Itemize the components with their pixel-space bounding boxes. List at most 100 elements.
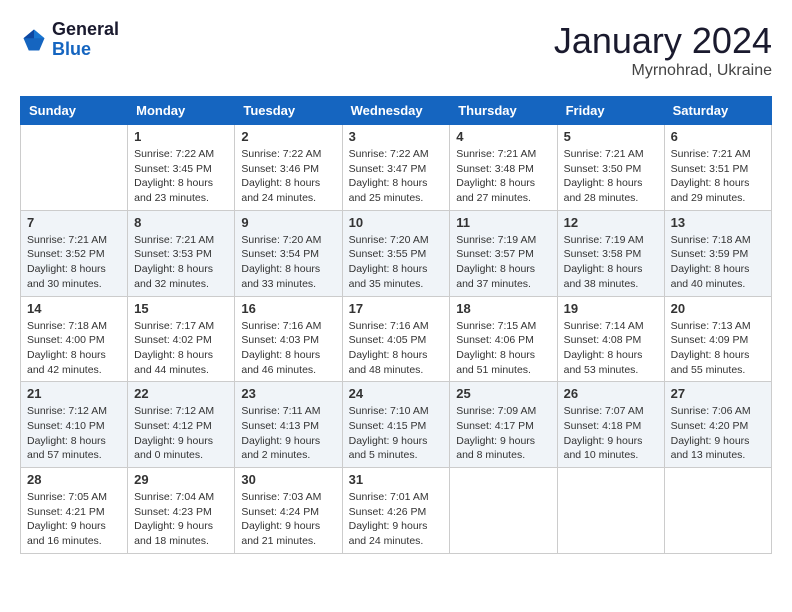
logo-text-blue: Blue <box>52 40 119 60</box>
calendar-cell: 29 Sunrise: 7:04 AM Sunset: 4:23 PM Dayli… <box>128 468 235 554</box>
day-number: 8 <box>134 215 228 230</box>
logo: General Blue <box>20 20 119 60</box>
calendar-cell: 9 Sunrise: 7:20 AM Sunset: 3:54 PM Daylig… <box>235 210 342 296</box>
cell-content: Sunrise: 7:21 AM Sunset: 3:51 PM Dayligh… <box>671 147 765 206</box>
calendar-cell: 12Sunrise: 7:19 AM Sunset: 3:58 PM Dayli… <box>557 210 664 296</box>
day-number: 10 <box>349 215 444 230</box>
day-number: 24 <box>349 386 444 401</box>
day-number: 21 <box>27 386 121 401</box>
cell-content: Sunrise: 7:18 AM Sunset: 4:00 PM Dayligh… <box>27 319 121 378</box>
calendar-cell: 22Sunrise: 7:12 AM Sunset: 4:12 PM Dayli… <box>128 382 235 468</box>
cell-content: Sunrise: 7:22 AM Sunset: 3:45 PM Dayligh… <box>134 147 228 206</box>
day-number: 2 <box>241 129 335 144</box>
cell-content: Sunrise: 7:03 AM Sunset: 4:24 PM Dayligh… <box>241 490 335 549</box>
calendar-cell <box>557 468 664 554</box>
calendar-cell: 11Sunrise: 7:19 AM Sunset: 3:57 PM Dayli… <box>450 210 557 296</box>
day-number: 23 <box>241 386 335 401</box>
cell-content: Sunrise: 7:09 AM Sunset: 4:17 PM Dayligh… <box>456 404 550 463</box>
cell-content: Sunrise: 7:21 AM Sunset: 3:50 PM Dayligh… <box>564 147 658 206</box>
day-number: 11 <box>456 215 550 230</box>
weekday-header: Friday <box>557 97 664 125</box>
cell-content: Sunrise: 7:22 AM Sunset: 3:47 PM Dayligh… <box>349 147 444 206</box>
calendar-cell <box>450 468 557 554</box>
day-number: 30 <box>241 472 335 487</box>
calendar-week-row: 21 Sunrise: 7:12 AM Sunset: 4:10 PM Dayli… <box>21 382 772 468</box>
day-number: 16 <box>241 301 335 316</box>
cell-content: Sunrise: 7:07 AM Sunset: 4:18 PM Dayligh… <box>564 404 658 463</box>
calendar-cell <box>21 125 128 211</box>
calendar-cell: 15 Sunrise: 7:17 AM Sunset: 4:02 PM Dayli… <box>128 296 235 382</box>
cell-content: Sunrise: 7:21 AM Sunset: 3:52 PM Dayligh… <box>27 233 121 292</box>
calendar-cell: 6 Sunrise: 7:21 AM Sunset: 3:51 PM Daylig… <box>664 125 771 211</box>
logo-text-general: General <box>52 20 119 40</box>
calendar-cell: 23 Sunrise: 7:11 AM Sunset: 4:13 PM Dayli… <box>235 382 342 468</box>
logo-icon <box>20 26 48 54</box>
cell-content: Sunrise: 7:13 AM Sunset: 4:09 PM Dayligh… <box>671 319 765 378</box>
location-title: Myrnohrad, Ukraine <box>554 62 772 80</box>
cell-content: Sunrise: 7:12 AM Sunset: 4:10 PM Dayligh… <box>27 404 121 463</box>
page-header: General Blue January 2024 Myrnohrad, Ukr… <box>20 20 772 80</box>
day-number: 3 <box>349 129 444 144</box>
calendar-cell: 30 Sunrise: 7:03 AM Sunset: 4:24 PM Dayli… <box>235 468 342 554</box>
cell-content: Sunrise: 7:10 AM Sunset: 4:15 PM Dayligh… <box>349 404 444 463</box>
cell-content: Sunrise: 7:22 AM Sunset: 3:46 PM Dayligh… <box>241 147 335 206</box>
day-number: 31 <box>349 472 444 487</box>
cell-content: Sunrise: 7:17 AM Sunset: 4:02 PM Dayligh… <box>134 319 228 378</box>
calendar-cell: 19 Sunrise: 7:14 AM Sunset: 4:08 PM Dayli… <box>557 296 664 382</box>
cell-content: Sunrise: 7:20 AM Sunset: 3:55 PM Dayligh… <box>349 233 444 292</box>
day-number: 29 <box>134 472 228 487</box>
cell-content: Sunrise: 7:18 AM Sunset: 3:59 PM Dayligh… <box>671 233 765 292</box>
day-number: 19 <box>564 301 658 316</box>
cell-content: Sunrise: 7:20 AM Sunset: 3:54 PM Dayligh… <box>241 233 335 292</box>
calendar-cell: 2 Sunrise: 7:22 AM Sunset: 3:46 PM Daylig… <box>235 125 342 211</box>
cell-content: Sunrise: 7:21 AM Sunset: 3:48 PM Dayligh… <box>456 147 550 206</box>
weekday-header: Wednesday <box>342 97 450 125</box>
calendar-cell: 3 Sunrise: 7:22 AM Sunset: 3:47 PM Daylig… <box>342 125 450 211</box>
day-number: 26 <box>564 386 658 401</box>
calendar-cell: 27Sunrise: 7:06 AM Sunset: 4:20 PM Dayli… <box>664 382 771 468</box>
title-block: January 2024 Myrnohrad, Ukraine <box>554 20 772 80</box>
calendar-cell: 18Sunrise: 7:15 AM Sunset: 4:06 PM Dayli… <box>450 296 557 382</box>
calendar-cell: 28Sunrise: 7:05 AM Sunset: 4:21 PM Dayli… <box>21 468 128 554</box>
calendar-header-row: SundayMondayTuesdayWednesdayThursdayFrid… <box>21 97 772 125</box>
calendar-cell: 10 Sunrise: 7:20 AM Sunset: 3:55 PM Dayli… <box>342 210 450 296</box>
calendar-cell: 13 Sunrise: 7:18 AM Sunset: 3:59 PM Dayli… <box>664 210 771 296</box>
calendar-cell: 26 Sunrise: 7:07 AM Sunset: 4:18 PM Dayli… <box>557 382 664 468</box>
month-title: January 2024 <box>554 20 772 62</box>
day-number: 13 <box>671 215 765 230</box>
day-number: 1 <box>134 129 228 144</box>
calendar-cell: 8 Sunrise: 7:21 AM Sunset: 3:53 PM Daylig… <box>128 210 235 296</box>
calendar-cell: 14 Sunrise: 7:18 AM Sunset: 4:00 PM Dayli… <box>21 296 128 382</box>
weekday-header: Saturday <box>664 97 771 125</box>
calendar-cell: 5 Sunrise: 7:21 AM Sunset: 3:50 PM Daylig… <box>557 125 664 211</box>
day-number: 14 <box>27 301 121 316</box>
day-number: 5 <box>564 129 658 144</box>
cell-content: Sunrise: 7:21 AM Sunset: 3:53 PM Dayligh… <box>134 233 228 292</box>
day-number: 6 <box>671 129 765 144</box>
calendar-cell: 21 Sunrise: 7:12 AM Sunset: 4:10 PM Dayli… <box>21 382 128 468</box>
calendar-cell: 4 Sunrise: 7:21 AM Sunset: 3:48 PM Daylig… <box>450 125 557 211</box>
day-number: 25 <box>456 386 550 401</box>
calendar-cell: 24 Sunrise: 7:10 AM Sunset: 4:15 PM Dayli… <box>342 382 450 468</box>
day-number: 18 <box>456 301 550 316</box>
cell-content: Sunrise: 7:19 AM Sunset: 3:58 PM Dayligh… <box>564 233 658 292</box>
calendar-week-row: 1 Sunrise: 7:22 AM Sunset: 3:45 PM Daylig… <box>21 125 772 211</box>
day-number: 22 <box>134 386 228 401</box>
cell-content: Sunrise: 7:11 AM Sunset: 4:13 PM Dayligh… <box>241 404 335 463</box>
cell-content: Sunrise: 7:04 AM Sunset: 4:23 PM Dayligh… <box>134 490 228 549</box>
cell-content: Sunrise: 7:16 AM Sunset: 4:03 PM Dayligh… <box>241 319 335 378</box>
cell-content: Sunrise: 7:14 AM Sunset: 4:08 PM Dayligh… <box>564 319 658 378</box>
day-number: 20 <box>671 301 765 316</box>
calendar-week-row: 14 Sunrise: 7:18 AM Sunset: 4:00 PM Dayli… <box>21 296 772 382</box>
day-number: 15 <box>134 301 228 316</box>
weekday-header: Monday <box>128 97 235 125</box>
day-number: 17 <box>349 301 444 316</box>
cell-content: Sunrise: 7:01 AM Sunset: 4:26 PM Dayligh… <box>349 490 444 549</box>
day-number: 4 <box>456 129 550 144</box>
calendar-cell: 7Sunrise: 7:21 AM Sunset: 3:52 PM Daylig… <box>21 210 128 296</box>
calendar-table: SundayMondayTuesdayWednesdayThursdayFrid… <box>20 96 772 554</box>
calendar-cell: 31 Sunrise: 7:01 AM Sunset: 4:26 PM Dayli… <box>342 468 450 554</box>
calendar-cell: 25 Sunrise: 7:09 AM Sunset: 4:17 PM Dayli… <box>450 382 557 468</box>
day-number: 27 <box>671 386 765 401</box>
day-number: 9 <box>241 215 335 230</box>
